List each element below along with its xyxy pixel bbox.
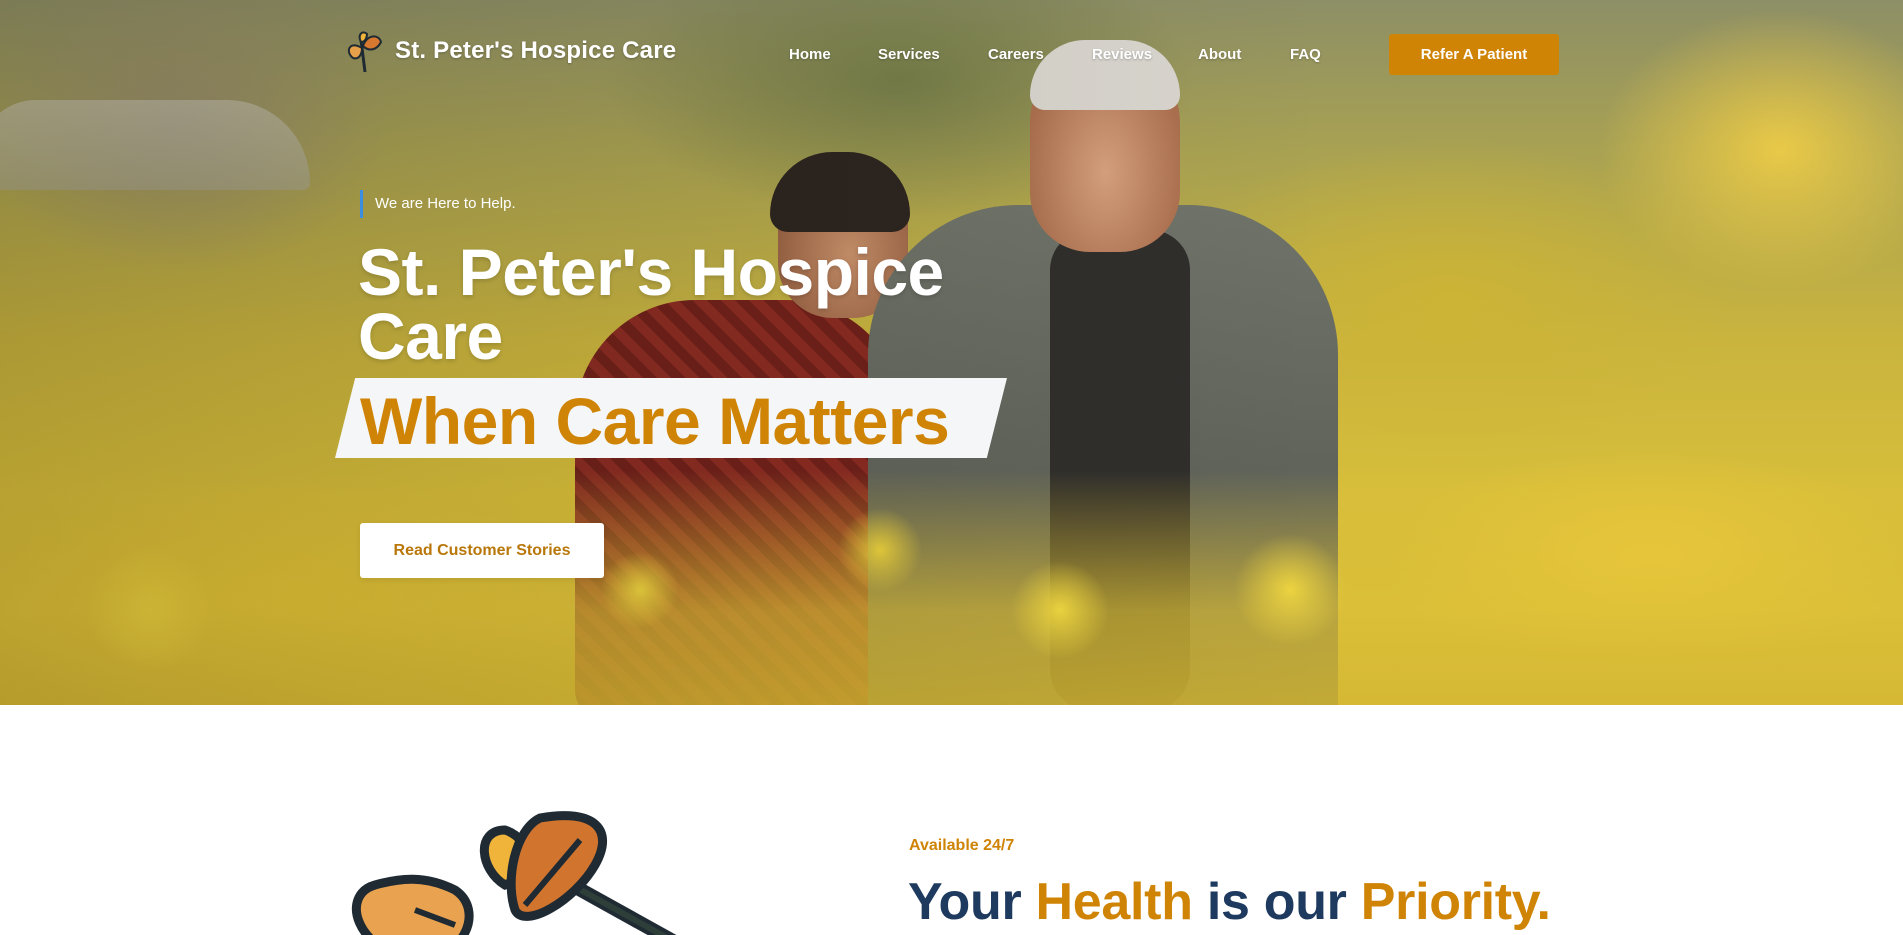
hero-title: St. Peter's Hospice Care xyxy=(358,235,944,373)
hero-tagline: When Care Matters xyxy=(360,384,950,458)
eyebrow-accent-bar xyxy=(360,190,363,218)
heading-word-your: Your xyxy=(908,873,1022,931)
leaf-illustration-icon xyxy=(352,811,677,935)
nav-home[interactable]: Home xyxy=(789,46,831,63)
refer-patient-button[interactable]: Refer A Patient xyxy=(1389,34,1559,75)
nav-careers[interactable]: Careers xyxy=(988,46,1044,63)
section-heading: Your Health is our Priority. xyxy=(908,872,1551,932)
leaf-logo-icon[interactable] xyxy=(343,30,385,74)
nav-faq[interactable]: FAQ xyxy=(1290,46,1321,63)
brand-name[interactable]: St. Peter's Hospice Care xyxy=(395,37,676,65)
heading-word-is-our: is our xyxy=(1206,873,1347,931)
hero-eyebrow: We are Here to Help. xyxy=(375,195,516,212)
nav-services[interactable]: Services xyxy=(878,46,940,63)
nav-about[interactable]: About xyxy=(1198,46,1241,63)
heading-word-health: Health xyxy=(1035,873,1193,931)
read-customer-stories-button[interactable]: Read Customer Stories xyxy=(360,523,604,578)
heading-word-priority: Priority. xyxy=(1360,873,1551,931)
nav-reviews[interactable]: Reviews xyxy=(1092,46,1152,63)
section-eyebrow: Available 24/7 xyxy=(909,837,1015,854)
